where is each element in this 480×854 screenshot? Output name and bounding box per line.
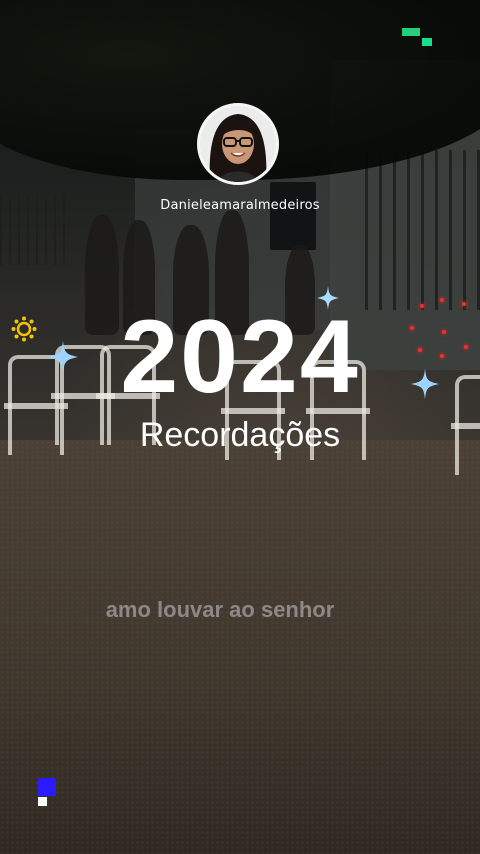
metal-gate bbox=[365, 150, 480, 310]
green-pixel-icon bbox=[402, 28, 432, 46]
username[interactable]: Danieleamaralmedeiros bbox=[0, 198, 480, 213]
red-light bbox=[440, 298, 444, 302]
memories-subtitle: Recordações bbox=[139, 416, 341, 454]
avatar-photo bbox=[200, 106, 276, 182]
story-view[interactable]: Danieleamaralmedeiros 2024 Recordações a… bbox=[0, 0, 480, 854]
story-caption: amo louvar ao senhor bbox=[105, 597, 335, 622]
gravel-ground bbox=[0, 440, 480, 854]
year-title: 2024 bbox=[120, 299, 360, 415]
blue-pixel-icon bbox=[38, 778, 56, 806]
avatar[interactable] bbox=[197, 103, 279, 185]
